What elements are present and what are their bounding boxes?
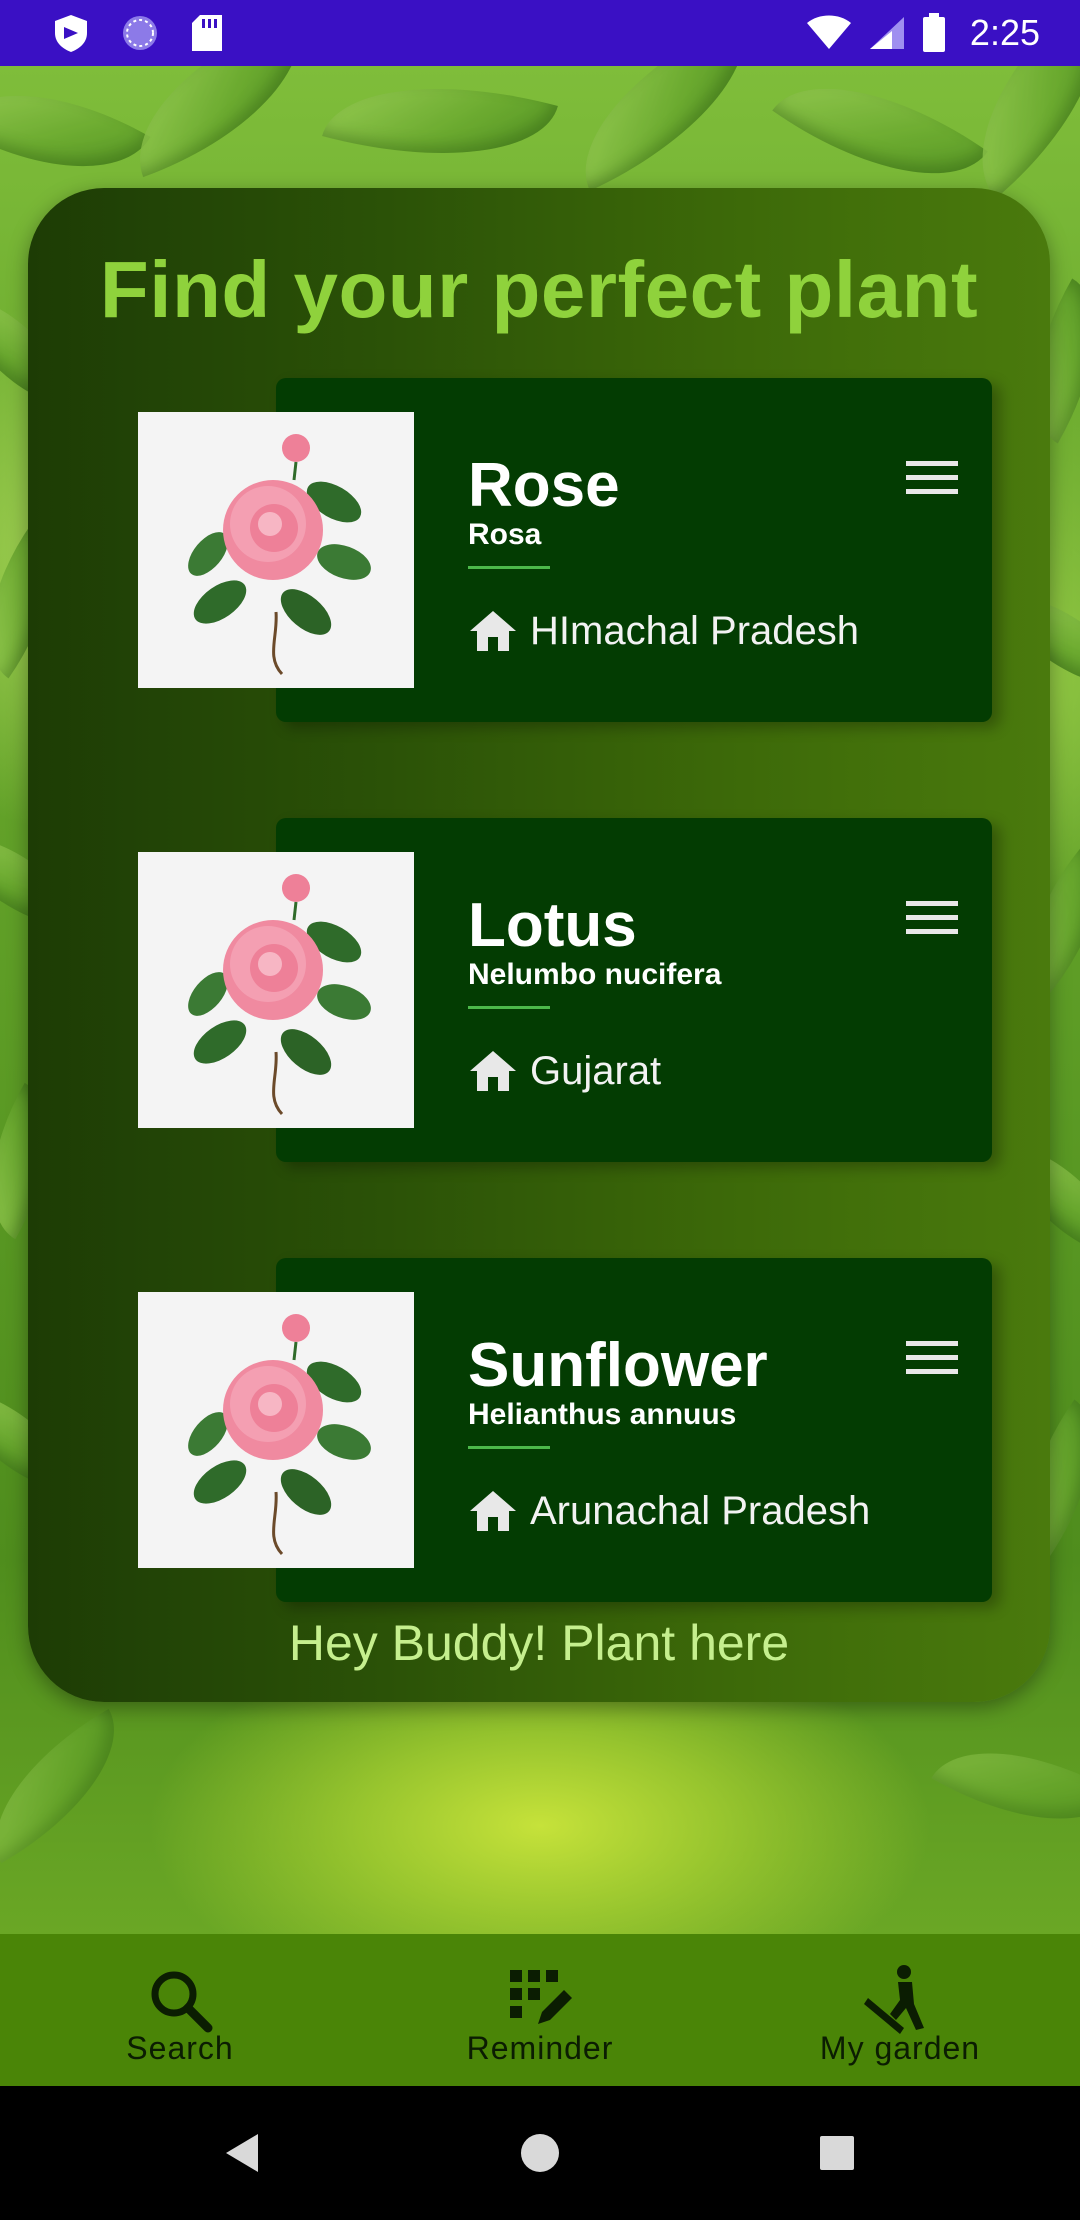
home-icon	[470, 1051, 516, 1091]
plant-card[interactable]: Rose Rosa HImachal Pradesh	[138, 378, 992, 724]
home-circle-icon[interactable]	[503, 2116, 577, 2190]
nav-label: Reminder	[466, 2030, 614, 2066]
bottom-navigation: Search Reminder My garden	[0, 1934, 1080, 2086]
plant-list-panel: Find your perfect plant Rose Rosa HImach…	[28, 188, 1050, 1702]
reminder-grid-icon	[510, 1970, 572, 2024]
system-navigation-bar	[0, 2086, 1080, 2220]
nav-label: Search	[126, 2030, 234, 2066]
nav-item-search[interactable]: Search	[0, 1934, 360, 2086]
plant-location-text: Gujarat	[530, 1048, 662, 1093]
footer-message[interactable]: Hey Buddy! Plant here	[28, 1614, 1050, 1672]
plant-name: Lotus	[468, 891, 637, 960]
plant-scientific-name: Helianthus annuus	[468, 1398, 737, 1431]
plant-name: Rose	[468, 451, 620, 520]
plant-image	[138, 1292, 414, 1568]
status-left-icons	[52, 12, 224, 54]
status-bar: 2:25	[0, 0, 1080, 66]
nav-item-my-garden[interactable]: My garden	[720, 1934, 1080, 2086]
plant-location-text: Arunachal Pradesh	[530, 1488, 871, 1533]
plant-scientific-name: Nelumbo nucifera	[468, 958, 722, 991]
menu-icon[interactable]	[902, 1338, 962, 1378]
search-icon	[151, 1971, 213, 2033]
nav-label: My garden	[819, 2030, 981, 2066]
status-time: 2:25	[969, 12, 1040, 53]
home-icon	[470, 1491, 516, 1531]
plant-location-text: HImachal Pradesh	[530, 608, 860, 653]
plant-scientific-name: Rosa	[468, 518, 542, 551]
nav-item-reminder[interactable]: Reminder	[360, 1934, 720, 2086]
sd-card-icon	[192, 15, 222, 51]
wifi-icon	[806, 15, 851, 49]
plant-location: Gujarat	[468, 1046, 661, 1096]
plant-location: HImachal Pradesh	[468, 606, 859, 656]
menu-icon[interactable]	[902, 458, 962, 498]
shield-icon	[55, 15, 87, 52]
status-right-icons: 2:25	[806, 10, 1040, 56]
plant-card[interactable]: Lotus Nelumbo nucifera Gujarat	[138, 818, 992, 1164]
back-icon[interactable]	[206, 2116, 280, 2190]
gardener-icon	[864, 1965, 924, 2034]
plant-location: Arunachal Pradesh	[468, 1486, 870, 1536]
plant-image	[138, 852, 414, 1128]
menu-icon[interactable]	[902, 898, 962, 938]
divider	[468, 566, 550, 569]
page-title: Find your perfect plant	[99, 245, 979, 334]
recents-icon[interactable]	[800, 2116, 874, 2190]
signal-icon	[869, 17, 904, 49]
divider	[468, 1446, 550, 1449]
home-icon	[470, 611, 516, 651]
sync-circle-icon	[123, 16, 157, 50]
battery-icon	[922, 13, 945, 52]
plant-image	[138, 412, 414, 688]
divider	[468, 1006, 550, 1009]
plant-name: Sunflower	[468, 1331, 768, 1400]
plant-card[interactable]: Sunflower Helianthus annuus Arunachal Pr…	[138, 1258, 992, 1604]
